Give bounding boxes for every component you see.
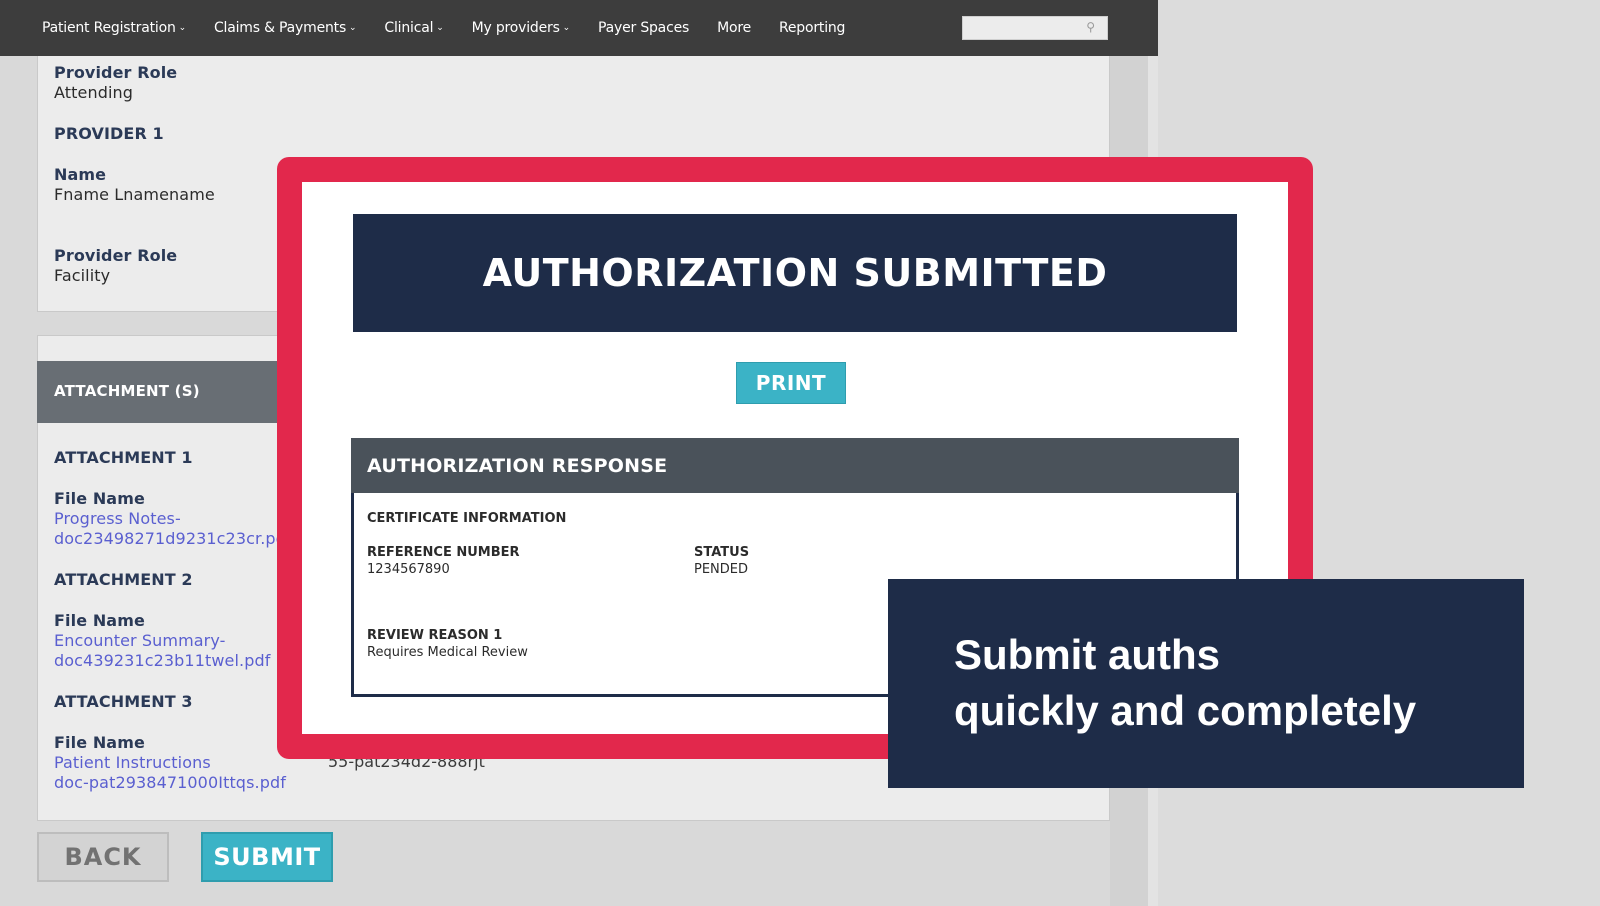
chevron-down-icon: ⌄: [436, 23, 444, 33]
file-link[interactable]: doc-pat2938471000Ittqs.pdf: [54, 773, 286, 792]
attachment-heading: ATTACHMENT 2: [54, 570, 193, 589]
status-value: PENDED: [694, 562, 749, 577]
provider-role-value: Attending: [54, 83, 133, 102]
promo-caption: Submit auths quickly and completely: [888, 579, 1524, 788]
search-input[interactable]: ⚲: [962, 16, 1108, 40]
back-button[interactable]: BACK: [37, 832, 169, 882]
nav-claims-payments[interactable]: Claims & Payments ⌄: [214, 20, 357, 36]
attachment-heading: ATTACHMENT 3: [54, 692, 193, 711]
file-link[interactable]: Progress Notes-: [54, 509, 181, 528]
provider-heading: PROVIDER 1: [54, 124, 164, 143]
attachment-heading: ATTACHMENT 1: [54, 448, 193, 467]
provider-name-label: Name: [54, 165, 107, 184]
certificate-info-heading: CERTIFICATE INFORMATION: [367, 511, 567, 526]
caption-line-2: quickly and completely: [954, 687, 1417, 734]
file-link[interactable]: doc439231c23b11twel.pdf: [54, 651, 270, 670]
nav-clinical[interactable]: Clinical ⌄: [384, 20, 443, 36]
file-name-label: File Name: [54, 733, 145, 752]
reference-number-label: REFERENCE NUMBER: [367, 545, 520, 560]
chevron-down-icon: ⌄: [178, 23, 187, 33]
file-name-label: File Name: [54, 611, 145, 630]
provider-role-value-2: Facility: [54, 266, 111, 285]
reference-number-value: 1234567890: [367, 562, 450, 577]
status-label: STATUS: [694, 545, 750, 560]
file-link[interactable]: Patient Instructions: [54, 753, 211, 772]
modal-title: AUTHORIZATION SUBMITTED: [482, 251, 1108, 295]
submit-button[interactable]: SUBMIT: [201, 832, 333, 882]
nav-patient-registration[interactable]: Patient Registration ⌄: [42, 20, 186, 36]
review-reason-value: Requires Medical Review: [367, 645, 528, 660]
chevron-down-icon: ⌄: [349, 23, 357, 33]
nav-reporting[interactable]: Reporting: [779, 20, 845, 36]
nav-my-providers[interactable]: My providers ⌄: [472, 20, 571, 36]
provider-name-value: Fname Lnamename: [54, 185, 215, 204]
review-reason-label: REVIEW REASON 1: [367, 628, 503, 643]
file-link[interactable]: doc23498271d9231c23cr.pd: [54, 529, 280, 548]
nav-payer-spaces[interactable]: Payer Spaces: [598, 20, 689, 36]
print-button[interactable]: PRINT: [736, 362, 846, 404]
caption-line-1: Submit auths: [954, 631, 1221, 678]
provider-role-label-2: Provider Role: [54, 246, 178, 265]
chevron-down-icon: ⌄: [562, 23, 571, 33]
nav-more[interactable]: More: [717, 20, 751, 36]
modal-title-banner: AUTHORIZATION SUBMITTED: [353, 214, 1237, 332]
attachments-header: ATTACHMENT (S): [37, 361, 277, 423]
authorization-response-header: AUTHORIZATION RESPONSE: [351, 438, 1239, 493]
file-name-label: File Name: [54, 489, 145, 508]
search-icon[interactable]: ⚲: [1086, 20, 1095, 34]
file-link[interactable]: Encounter Summary-: [54, 631, 226, 650]
provider-role-label: Provider Role: [54, 63, 178, 82]
